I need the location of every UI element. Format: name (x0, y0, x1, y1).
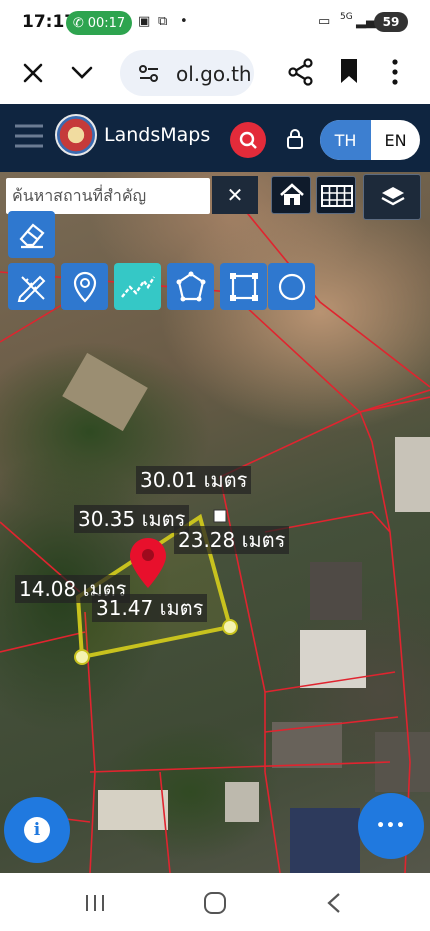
hamburger-menu-icon[interactable] (14, 124, 44, 148)
chevron-down-icon[interactable] (70, 64, 94, 82)
app-title: LandsMaps (104, 124, 211, 146)
back-icon[interactable] (326, 892, 342, 914)
close-icon: ✕ (226, 183, 244, 207)
grid-icon (321, 185, 353, 207)
layers-button[interactable] (363, 174, 421, 220)
rectangle-tool-button[interactable] (220, 263, 267, 310)
polygon-tool-button[interactable] (167, 263, 214, 310)
vertex-handle[interactable] (222, 619, 238, 635)
more-horiz-icon: ••• (376, 818, 406, 834)
lang-en-button[interactable]: EN (371, 120, 420, 160)
phone-icon: ✆ (72, 15, 84, 31)
clear-search-button[interactable]: ✕ (212, 176, 258, 214)
notification-dot-icon: • (180, 14, 188, 29)
search-icon (239, 131, 257, 149)
measurement-label: 23.28 เมตร (174, 526, 290, 554)
site-settings-icon[interactable] (138, 64, 160, 84)
circle-tool-button[interactable] (268, 263, 315, 310)
screenshot-icon: ⧉ (158, 14, 168, 29)
battery-level: 59 (382, 15, 400, 29)
draw-tool-button[interactable] (8, 263, 55, 310)
network-type: 5G (340, 12, 353, 22)
language-toggle[interactable]: TH EN (320, 120, 420, 160)
close-tab-icon[interactable] (22, 62, 44, 84)
place-search-input[interactable]: ค้นหาสถานที่สำคัญ (6, 178, 210, 214)
status-bar: 17:17 ✆ 00:17 ▣ ⧉ • ▭ 5G ▂▄▆ 59 (0, 0, 430, 46)
recent-apps-icon[interactable] (84, 893, 106, 913)
info-button[interactable]: i (4, 797, 70, 863)
battery-indicator: 59 (374, 12, 408, 32)
search-button[interactable] (230, 122, 266, 158)
app-header: LandsMaps TH EN (0, 104, 430, 172)
department-logo (55, 114, 97, 156)
home-nav-icon[interactable] (203, 891, 227, 915)
map-pin-icon (73, 271, 97, 303)
rectangle-icon (230, 273, 258, 301)
bookmark-icon[interactable] (340, 58, 358, 84)
info-icon: i (24, 817, 50, 843)
eraser-tool-button[interactable] (8, 211, 55, 258)
call-duration: 00:17 (87, 15, 126, 31)
line-app-icon: ▣ (138, 14, 151, 29)
lang-th-button[interactable]: TH (320, 120, 371, 160)
url-text[interactable]: ol.go.th (176, 62, 252, 86)
home-icon (280, 183, 304, 205)
share-icon[interactable] (288, 58, 314, 86)
pencil-ruler-icon (17, 275, 46, 302)
polyline-icon (121, 276, 156, 298)
measurement-label: 31.47 เมตร (92, 594, 208, 622)
vertex-handle[interactable] (213, 509, 227, 523)
marker-tool-button[interactable] (61, 263, 108, 310)
measurement-label: 30.01 เมตร (136, 466, 252, 494)
browser-toolbar: ol.go.th (0, 46, 430, 104)
more-vert-icon[interactable] (390, 58, 400, 86)
mute-vibrate-icon: ▭ (318, 14, 331, 29)
lock-icon[interactable] (286, 128, 304, 150)
grid-button[interactable] (316, 176, 356, 214)
polygon-icon (176, 271, 206, 302)
more-options-button[interactable]: ••• (358, 793, 424, 859)
system-nav-bar (0, 873, 430, 931)
eraser-icon (19, 223, 45, 249)
layers-icon (381, 187, 405, 206)
ongoing-call-pill[interactable]: ✆ 00:17 (66, 11, 132, 35)
vertex-handle[interactable] (74, 649, 90, 665)
home-button[interactable] (271, 176, 311, 214)
polyline-tool-button[interactable] (114, 263, 161, 310)
measurement-label: 30.35 เมตร (74, 505, 190, 533)
circle-icon (278, 273, 306, 301)
